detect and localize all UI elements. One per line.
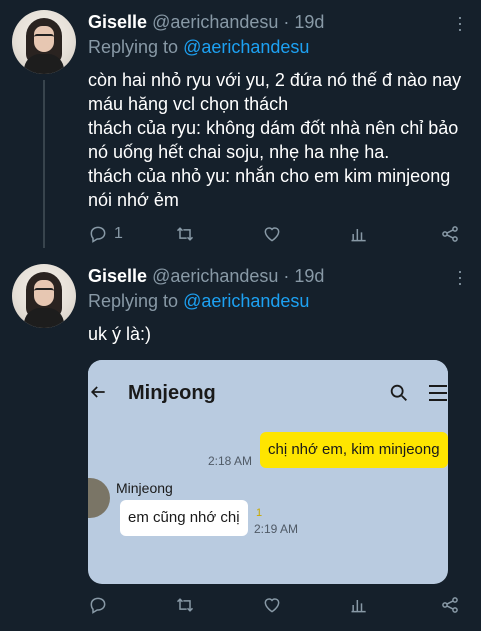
avatar[interactable] — [12, 10, 76, 74]
back-arrow-icon — [90, 386, 105, 398]
author-name[interactable]: Giselle — [88, 12, 147, 32]
author-handle[interactable]: @aerichandesu · 19d — [152, 12, 324, 32]
like-icon — [264, 227, 280, 242]
retweet-button[interactable] — [175, 595, 215, 615]
incoming-sender-name: Minjeong — [116, 480, 173, 496]
more-options-icon[interactable]: · · · — [457, 8, 463, 38]
retweet-icon — [176, 227, 194, 241]
like-button[interactable] — [262, 224, 302, 244]
share-button[interactable] — [436, 595, 460, 615]
incoming-time: 2:19 AM — [254, 522, 299, 536]
share-icon — [442, 597, 458, 613]
chat-contact-name: Minjeong — [128, 382, 216, 404]
like-button[interactable] — [262, 595, 302, 615]
avatar[interactable] — [12, 264, 76, 328]
analytics-icon — [351, 600, 366, 613]
author-handle[interactable]: @aerichandesu · 19d — [152, 266, 324, 286]
contact-avatar — [88, 478, 110, 518]
more-options-icon[interactable]: · · · — [457, 262, 463, 292]
menu-icon — [429, 385, 447, 401]
share-icon — [442, 226, 458, 242]
analytics-icon — [351, 229, 366, 242]
replying-to: Replying to @aerichandesu — [88, 291, 310, 311]
tweet-image[interactable]: Minjeong chị nhớ em, kim minjeong 2:18 A… — [88, 360, 448, 584]
reply-icon — [90, 226, 106, 243]
replying-to: Replying to @aerichandesu — [88, 37, 310, 57]
reply-count: 1 — [114, 225, 123, 242]
tweet-actions — [88, 593, 460, 617]
analytics-button[interactable] — [349, 224, 389, 244]
outgoing-time: 2:18 AM — [208, 454, 253, 468]
like-icon — [264, 598, 280, 613]
author-name[interactable]: Giselle — [88, 266, 147, 286]
unread-count: 1 — [256, 507, 263, 519]
tweet[interactable]: Giselle @aerichandesu · 19d · · · Replying… — [0, 0, 481, 258]
tweet-text-line: thách của nhỏ yu: nhắn cho em kim minjeo… — [88, 166, 451, 210]
search-icon — [390, 384, 407, 401]
tweet-text: uk ý là:) — [88, 322, 468, 346]
tweet-text-line: thách của ryu: không dám đốt nhà nên chỉ… — [88, 118, 459, 162]
tweet-text-line: uk ý là:) — [88, 324, 152, 344]
outgoing-message: chị nhớ em, kim minjeong — [260, 432, 448, 468]
retweet-button[interactable] — [175, 224, 215, 244]
tweet-actions: 1 — [88, 222, 460, 246]
reply-button[interactable]: 1 — [88, 224, 128, 244]
thread-line — [43, 80, 45, 248]
mention-link[interactable]: @aerichandesu — [183, 291, 309, 311]
mention-link[interactable]: @aerichandesu — [183, 37, 309, 57]
share-button[interactable] — [436, 224, 460, 244]
reply-button[interactable] — [88, 595, 128, 615]
analytics-button[interactable] — [349, 595, 389, 615]
reply-icon — [90, 597, 106, 614]
tweet-text: còn hai nhỏ ryu với yu, 2 đứa nó thế đ n… — [88, 68, 468, 212]
tweet-text-line: còn hai nhỏ ryu với yu, 2 đứa nó thế đ n… — [88, 70, 462, 114]
retweet-icon — [176, 598, 194, 612]
incoming-message: em cũng nhớ chị — [120, 500, 248, 536]
